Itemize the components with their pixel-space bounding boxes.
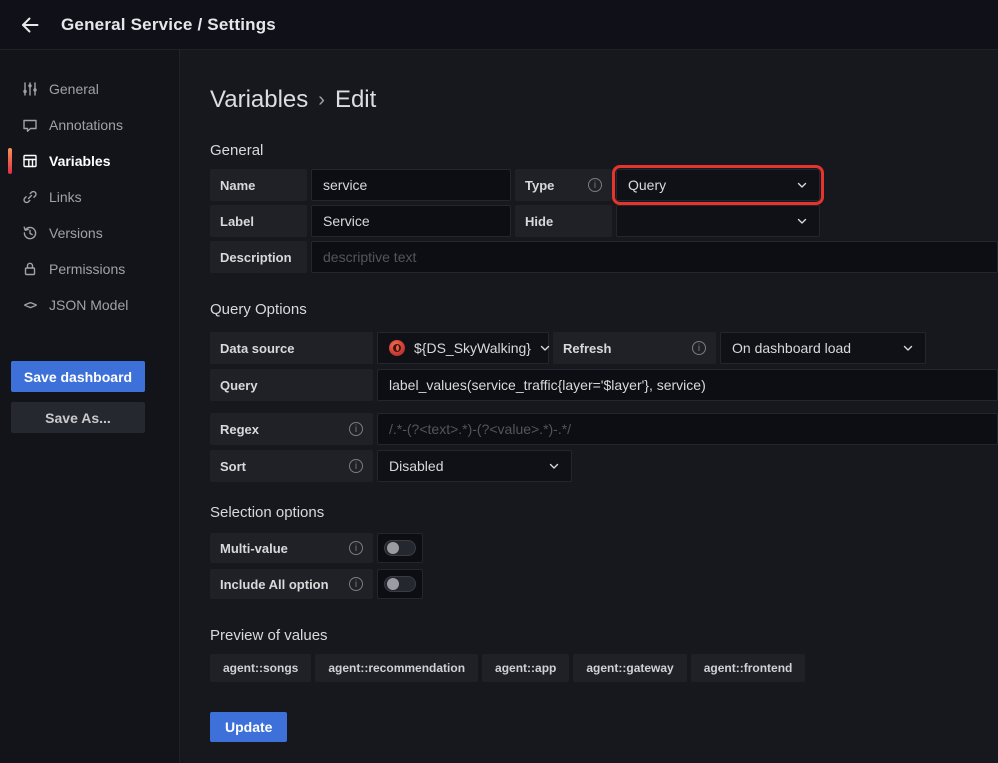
general-section-heading: General xyxy=(210,142,998,159)
settings-sidebar: General Annotations Variables xyxy=(0,50,180,763)
preview-value-chip: agent::app xyxy=(482,654,569,682)
include-all-label: Include All option i xyxy=(210,569,373,599)
sidebar-item-label: JSON Model xyxy=(49,297,128,313)
sidebar-item-permissions[interactable]: Permissions xyxy=(0,251,179,287)
chevron-down-icon xyxy=(902,342,914,354)
dashboard-settings-screen: General Service / Settings General xyxy=(0,0,998,763)
preview-value-chip: agent::frontend xyxy=(691,654,806,682)
sidebar-item-label: Permissions xyxy=(49,261,125,277)
label-label: Label xyxy=(210,205,307,237)
multi-value-toggle[interactable] xyxy=(377,533,423,563)
sidebar-item-annotations[interactable]: Annotations xyxy=(0,107,179,143)
label-input[interactable] xyxy=(311,205,511,237)
refresh-select-value: On dashboard load xyxy=(732,340,851,356)
toggle-off-knob xyxy=(384,576,416,592)
preview-heading: Preview of values xyxy=(210,627,998,644)
save-dashboard-button[interactable]: Save dashboard xyxy=(11,361,145,392)
query-options-heading: Query Options xyxy=(210,301,998,318)
hide-select[interactable] xyxy=(616,205,820,237)
info-icon[interactable]: i xyxy=(349,541,363,555)
info-icon[interactable]: i xyxy=(349,577,363,591)
breadcrumb: Variables › Edit xyxy=(210,86,998,114)
comment-icon xyxy=(22,117,38,133)
chevron-down-icon xyxy=(548,460,560,472)
page-title: General Service / Settings xyxy=(61,15,276,35)
type-label: Type i xyxy=(515,169,612,201)
sort-select-value: Disabled xyxy=(389,458,443,474)
refresh-select[interactable]: On dashboard load xyxy=(720,332,926,364)
include-all-toggle[interactable] xyxy=(377,569,423,599)
breadcrumb-section[interactable]: Variables xyxy=(210,86,308,114)
settings-nav: General Annotations Variables xyxy=(0,50,179,323)
link-icon xyxy=(22,189,38,205)
datasource-picker[interactable]: ${DS_SkyWalking} xyxy=(377,332,549,364)
sidebar-item-label: Annotations xyxy=(49,117,123,133)
datasource-label: Data source xyxy=(210,332,373,364)
regex-input[interactable] xyxy=(377,413,998,445)
multi-value-label: Multi-value i xyxy=(210,533,373,563)
refresh-label: Refresh i xyxy=(553,332,716,364)
sort-select[interactable]: Disabled xyxy=(377,450,572,482)
sort-label: Sort i xyxy=(210,450,373,482)
breadcrumb-separator: › xyxy=(318,89,325,112)
query-input[interactable] xyxy=(377,369,998,401)
preview-value-chip: agent::gateway xyxy=(573,654,686,682)
update-button[interactable]: Update xyxy=(210,712,287,742)
regex-label: Regex i xyxy=(210,413,373,445)
sidebar-item-versions[interactable]: Versions xyxy=(0,215,179,251)
sidebar-item-links[interactable]: Links xyxy=(0,179,179,215)
sidebar-item-general[interactable]: General xyxy=(0,71,179,107)
info-icon[interactable]: i xyxy=(349,459,363,473)
info-icon[interactable]: i xyxy=(692,341,706,355)
info-icon[interactable]: i xyxy=(349,422,363,436)
sidebar-item-variables[interactable]: Variables xyxy=(0,143,179,179)
sidebar-item-label: Links xyxy=(49,189,82,205)
preview-value-chip: agent::songs xyxy=(210,654,311,682)
name-label: Name xyxy=(210,169,307,201)
back-button[interactable] xyxy=(17,12,43,38)
skywalking-datasource-icon xyxy=(389,340,405,356)
description-label: Description xyxy=(210,241,307,273)
chevron-down-icon xyxy=(539,342,551,354)
sidebar-item-label: Versions xyxy=(49,225,103,241)
description-input[interactable] xyxy=(311,241,998,273)
preview-values: agent::songs agent::recommendation agent… xyxy=(210,654,998,682)
hide-label: Hide xyxy=(515,205,612,237)
query-label: Query xyxy=(210,369,373,401)
sidebar-item-label: General xyxy=(49,81,99,97)
arrow-left-icon xyxy=(19,14,41,36)
sidebar-item-json-model[interactable]: <> JSON Model xyxy=(0,287,179,323)
chevron-down-icon xyxy=(796,215,808,227)
type-select-value: Query xyxy=(628,177,666,193)
sidebar-item-label: Variables xyxy=(49,153,111,169)
info-icon[interactable]: i xyxy=(588,178,602,192)
sliders-icon xyxy=(22,81,38,97)
toggle-off-knob xyxy=(384,540,416,556)
variable-editor: Variables › Edit General Name Type i Que… xyxy=(180,50,998,763)
datasource-value: ${DS_SkyWalking} xyxy=(414,340,531,356)
preview-value-chip: agent::recommendation xyxy=(315,654,478,682)
breadcrumb-page: Edit xyxy=(335,86,376,114)
chevron-down-icon xyxy=(796,179,808,191)
selection-options-heading: Selection options xyxy=(210,504,998,521)
type-select[interactable]: Query xyxy=(616,169,820,201)
save-as-button[interactable]: Save As... xyxy=(11,402,145,433)
code-brackets-icon: <> xyxy=(22,297,38,313)
grid-icon xyxy=(22,153,38,169)
lock-icon xyxy=(22,261,38,277)
history-icon xyxy=(22,225,38,241)
name-input[interactable] xyxy=(311,169,511,201)
top-bar: General Service / Settings xyxy=(0,0,998,50)
